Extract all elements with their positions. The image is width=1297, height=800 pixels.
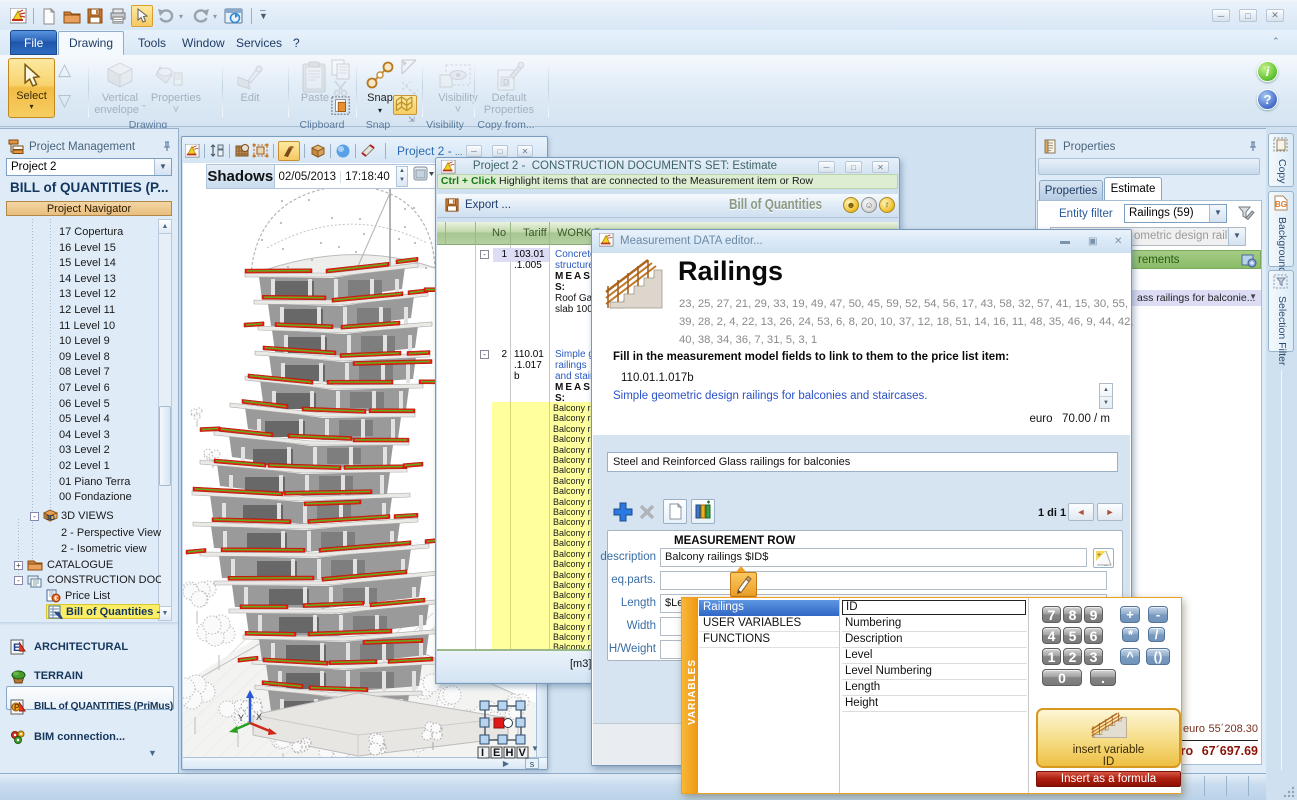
- svg-text:E: E: [493, 747, 500, 759]
- svg-text:€: €: [54, 596, 58, 603]
- svg-text:D: D: [503, 78, 509, 87]
- svg-text:3D: 3D: [46, 515, 55, 522]
- svg-text:BG: BG: [1275, 200, 1287, 209]
- svg-text:H: H: [506, 747, 514, 759]
- svg-text:I: I: [481, 747, 484, 759]
- svg-text:V: V: [519, 747, 527, 759]
- svg-text:X: X: [256, 712, 262, 722]
- svg-text:_: _: [1103, 559, 1108, 566]
- svg-text:Y: Y: [238, 713, 244, 723]
- svg-text:+: +: [1097, 552, 1101, 559]
